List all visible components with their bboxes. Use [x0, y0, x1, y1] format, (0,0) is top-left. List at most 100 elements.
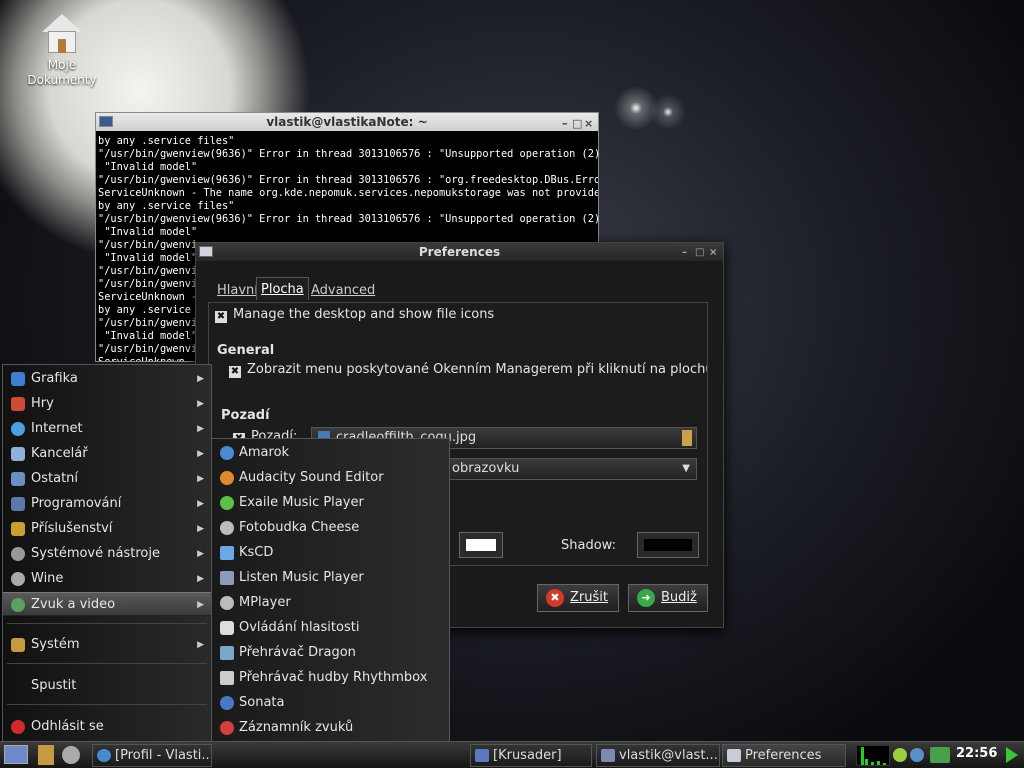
listen-icon	[220, 571, 234, 585]
minimize-icon[interactable]: –	[682, 244, 687, 262]
desktop-icon-label: Moje Dokumenty	[27, 58, 97, 87]
tray-app-icon[interactable]	[893, 748, 907, 762]
chevron-down-icon: ▼	[682, 463, 690, 474]
tab-plocha[interactable]: Plocha	[256, 277, 309, 300]
window-icon	[727, 749, 741, 762]
krusader-icon	[475, 749, 489, 762]
submenu-item-dragon[interactable]: Přehrávač Dragon	[212, 640, 449, 665]
menu-item-label: Wine	[31, 571, 64, 586]
preferences-titlebar[interactable]: Preferences – □ ×	[196, 243, 723, 261]
menu-item-wine[interactable]: Wine ▶	[3, 567, 211, 591]
microphone-icon	[220, 721, 234, 735]
submenu-item-label: Přehrávač hudby Rhythmbox	[239, 670, 428, 685]
power-icon	[11, 720, 25, 734]
task-krusader[interactable]: [Krusader]	[470, 744, 592, 767]
tab-advanced[interactable]: Advanced	[308, 281, 378, 300]
menu-item-internet[interactable]: Internet ▶	[3, 417, 211, 441]
menu-item-run[interactable]: Spustit	[3, 674, 211, 698]
chevron-right-icon: ▶	[197, 424, 204, 434]
cd-icon	[220, 546, 234, 560]
minimize-icon[interactable]: –	[562, 115, 568, 133]
show-wm-menu-checkbox[interactable]: ✖ Zobrazit menu poskytované Okenním Manag…	[229, 362, 708, 378]
close-icon[interactable]: ×	[584, 115, 593, 133]
rhythmbox-icon	[220, 671, 234, 685]
chevron-right-icon: ▶	[197, 600, 204, 610]
cancel-button[interactable]: ✖ Zrušit	[537, 584, 619, 612]
audacity-icon	[220, 471, 234, 485]
gear-icon[interactable]	[62, 746, 80, 764]
submenu-item-audacity[interactable]: Audacity Sound Editor	[212, 465, 449, 490]
text-color-swatch	[466, 539, 496, 551]
show-desktop-icon[interactable]	[4, 745, 28, 764]
globe-icon	[11, 422, 25, 436]
submenu-item-mplayer[interactable]: MPlayer	[212, 590, 449, 615]
menu-item-prislusenstvi[interactable]: Příslušenství ▶	[3, 517, 211, 541]
submenu-item-label: Listen Music Player	[239, 570, 364, 585]
background-mode-select[interactable]: obrazovku ▼	[445, 458, 697, 480]
shadow-color-button[interactable]	[637, 532, 699, 558]
chevron-right-icon: ▶	[197, 449, 204, 459]
menu-item-grafika[interactable]: Grafika ▶	[3, 367, 211, 391]
submenu-item-kscd[interactable]: KsCD	[212, 540, 449, 565]
submenu-item-amarok[interactable]: Amarok	[212, 440, 449, 465]
terminal-line: "Invalid model"	[98, 161, 198, 173]
tray-network-icon[interactable]	[910, 748, 924, 762]
maximize-icon[interactable]: □	[695, 244, 704, 262]
submenu-item-listen[interactable]: Listen Music Player	[212, 565, 449, 590]
clock[interactable]: 22:56	[956, 746, 997, 761]
menu-item-kancelar[interactable]: Kancelář ▶	[3, 442, 211, 466]
development-icon	[11, 497, 25, 511]
menu-item-hry[interactable]: Hry ▶	[3, 392, 211, 416]
submenu-item-exaile[interactable]: Exaile Music Player	[212, 490, 449, 515]
menu-item-logout[interactable]: Odhlásit se	[3, 715, 211, 739]
manage-desktop-label: Manage the desktop and show file icons	[233, 307, 495, 322]
cancel-label: Zrušit	[570, 590, 608, 605]
submenu-item-rhythmbox[interactable]: Přehrávač hudby Rhythmbox	[212, 665, 449, 690]
show-wm-menu-label: Zobrazit menu poskytované Okenním Manage…	[247, 362, 708, 377]
cancel-icon: ✖	[546, 589, 564, 607]
maximize-icon[interactable]: □	[572, 115, 582, 133]
tab-hlavni[interactable]: Hlavní	[214, 281, 261, 300]
close-icon[interactable]: ×	[709, 244, 717, 262]
volume-icon	[220, 621, 234, 635]
text-color-button[interactable]	[459, 532, 503, 558]
accessories-icon	[11, 522, 25, 536]
manage-desktop-checkbox[interactable]: ✖ Manage the desktop and show file icons	[215, 307, 494, 323]
wine-icon	[11, 572, 25, 586]
submenu-item-recorder[interactable]: Záznamník zvuků	[212, 715, 449, 740]
submenu-item-sonata[interactable]: Sonata	[212, 690, 449, 715]
submenu-item-label: Sonata	[239, 695, 285, 710]
menu-item-programovani[interactable]: Programování ▶	[3, 492, 211, 516]
menu-item-zvuk-a-video[interactable]: Zvuk a video ▶	[3, 592, 211, 616]
browser-icon	[97, 749, 111, 762]
file-manager-icon[interactable]	[38, 745, 54, 765]
taskbar: [Profil - Vlasti... [Krusader] vlastik@v…	[0, 741, 1024, 768]
menu-separator	[7, 663, 207, 664]
terminal-titlebar[interactable]: vlastik@vlastikaNote: ~ – □ ×	[96, 113, 598, 131]
cpu-load-graph[interactable]	[856, 745, 890, 766]
submenu-item-volume[interactable]: Ovládání hlasitosti	[212, 615, 449, 640]
menu-item-system[interactable]: Systém ▶	[3, 633, 211, 657]
task-profil[interactable]: [Profil - Vlasti...	[92, 744, 212, 767]
task-terminal[interactable]: vlastik@vlast...	[596, 744, 720, 767]
submenu-item-cheese[interactable]: Fotobudka Cheese	[212, 515, 449, 540]
task-preferences[interactable]: Preferences	[722, 744, 846, 767]
amarok-icon	[220, 446, 234, 460]
menu-item-systemove-nastroje[interactable]: Systémové nástroje ▶	[3, 542, 211, 566]
home-folder-icon	[42, 14, 82, 54]
terminal-title: vlastik@vlastikaNote: ~	[266, 115, 428, 129]
menu-separator	[7, 623, 207, 624]
play-icon[interactable]	[1006, 747, 1018, 763]
desktop-icon-documents[interactable]: Moje Dokumenty	[24, 14, 100, 88]
tray-status-icon[interactable]	[930, 747, 950, 763]
dragon-player-icon	[220, 646, 234, 660]
ok-button[interactable]: ➜ Budiž	[628, 584, 708, 612]
shadow-color-swatch	[644, 539, 692, 551]
office-icon	[11, 447, 25, 461]
terminal-line: "/usr/bin/gwenview(9636)" Error in threa…	[98, 213, 598, 225]
chevron-right-icon: ▶	[197, 499, 204, 509]
submenu-item-label: Přehrávač Dragon	[239, 645, 356, 660]
chevron-right-icon: ▶	[197, 374, 204, 384]
chevron-right-icon: ▶	[197, 549, 204, 559]
menu-item-ostatni[interactable]: Ostatní ▶	[3, 467, 211, 491]
